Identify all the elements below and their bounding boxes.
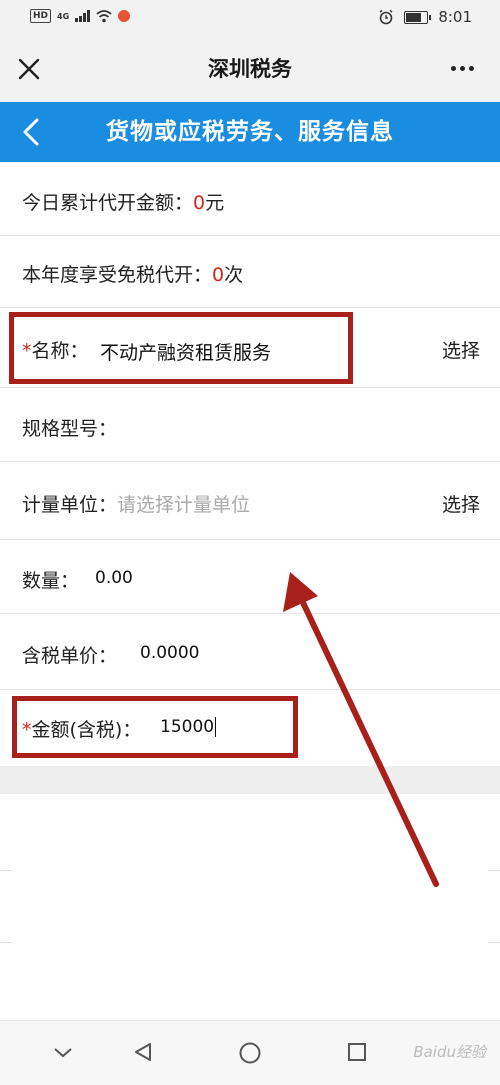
annual-exempt-unit: 次 xyxy=(224,264,244,286)
back-triangle-icon[interactable] xyxy=(132,1041,154,1063)
alarm-icon xyxy=(379,9,393,25)
spec-label: 规格型号： xyxy=(22,418,118,440)
home-circle-icon[interactable] xyxy=(238,1041,262,1065)
system-nav-bar: Baidu经验 xyxy=(0,1020,500,1085)
empty-panel xyxy=(12,794,478,1020)
quantity-label: 数量： xyxy=(22,570,80,592)
unit-placeholder[interactable]: 请选择计量单位 xyxy=(117,494,250,516)
chevron-down-icon[interactable] xyxy=(52,1041,74,1063)
back-icon[interactable] xyxy=(20,117,42,147)
status-right: 8:01 xyxy=(378,8,472,26)
unit-label: 计量单位：请选择计量单位 xyxy=(22,494,251,516)
battery-icon xyxy=(404,10,432,24)
section-title: 货物或应税劳务、服务信息 xyxy=(106,119,394,145)
annotation-box-name xyxy=(9,312,353,384)
close-icon[interactable] xyxy=(16,56,42,82)
network-badge: 4G xyxy=(57,11,70,21)
row-quantity[interactable]: 数量： 0.00 xyxy=(0,540,500,614)
unit-price-input[interactable]: 0.0000 xyxy=(140,643,199,663)
row-unit[interactable]: 计量单位：请选择计量单位 选择 xyxy=(0,462,500,540)
watermark-text: Baidu经验 xyxy=(413,1043,486,1061)
signal-icon xyxy=(75,10,91,22)
daily-total-label: 今日累计代开金额：0元 xyxy=(22,192,225,214)
wifi-icon xyxy=(96,9,112,22)
recent-apps-icon[interactable] xyxy=(346,1041,368,1063)
unit-select-button[interactable]: 选择 xyxy=(442,490,480,517)
title-bar: 深圳税务 xyxy=(0,36,500,102)
more-options-icon[interactable] xyxy=(451,66,474,71)
unit-price-label: 含税单价： xyxy=(22,645,118,667)
annotation-box-amount xyxy=(12,696,298,758)
status-left: HD 4G xyxy=(30,9,131,23)
daily-total-unit: 元 xyxy=(205,192,225,214)
divider-right-1 xyxy=(488,870,500,871)
divider-right-2 xyxy=(488,942,500,943)
row-unit-price[interactable]: 含税单价： 0.0000 xyxy=(0,614,500,690)
status-bar: HD 4G 8:01 xyxy=(0,0,500,36)
row-spec[interactable]: 规格型号： xyxy=(0,388,500,462)
row-daily-total: 今日累计代开金额：0元 xyxy=(0,162,500,236)
section-divider xyxy=(0,766,500,794)
name-select-button[interactable]: 选择 xyxy=(442,336,480,363)
row-annual-exempt: 本年度享受免税代开：0次 xyxy=(0,236,500,308)
divider-left-1 xyxy=(0,870,12,871)
page-title: 深圳税务 xyxy=(208,57,292,81)
quantity-input[interactable]: 0.00 xyxy=(95,568,133,588)
status-time: 8:01 xyxy=(438,8,472,26)
section-header: 货物或应税劳务、服务信息 xyxy=(0,102,500,162)
notification-icon xyxy=(118,10,131,22)
annual-exempt-value: 0 xyxy=(212,264,225,286)
daily-total-value: 0 xyxy=(193,192,206,214)
hd-badge: HD xyxy=(30,9,52,23)
annual-exempt-label: 本年度享受免税代开：0次 xyxy=(22,264,244,286)
divider-left-2 xyxy=(0,942,12,943)
